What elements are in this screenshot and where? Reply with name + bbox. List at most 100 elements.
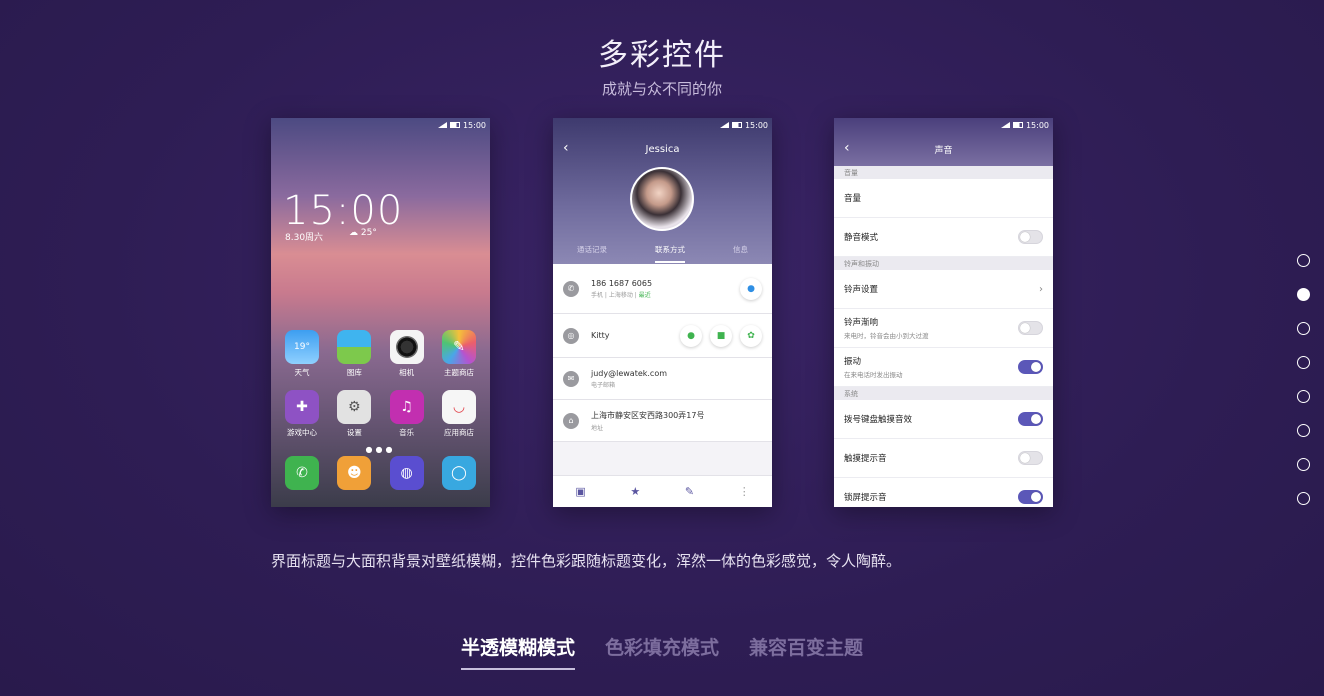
app-label: 相机 (399, 368, 415, 377)
home-screen-mockup: 15:00 15:00 8.30周六 ☁ 25° 19° 天气 图库 相机 ✎ … (271, 118, 490, 507)
star-icon[interactable]: ★ (630, 485, 640, 498)
wechat-icon: ◎ (563, 327, 579, 344)
contact-card-icon[interactable]: ▣ (575, 485, 585, 498)
ringtone-row[interactable]: 铃声设置 › (834, 270, 1053, 309)
app-game-center[interactable]: ✚ 游戏中心 (279, 390, 325, 438)
app-label: 天气 (294, 368, 310, 377)
tab-contact-info[interactable]: 联系方式 (655, 244, 685, 263)
pager-dot[interactable] (1297, 254, 1310, 267)
pager-dot[interactable] (1297, 458, 1310, 471)
vibrate-toggle[interactable] (1018, 360, 1043, 374)
phone-number: 186 1687 6065 (591, 278, 653, 288)
contact-toolbar: ▣ ★ ✎ ⋮ (553, 475, 772, 507)
address-row[interactable]: ⌂ 上海市静安区安西路300弄17号 地址 (553, 400, 772, 442)
gallery-app-icon (337, 330, 372, 364)
app-label: 游戏中心 (287, 428, 317, 437)
app-camera[interactable]: 相机 (384, 330, 430, 378)
wechat-chat-button[interactable]: ● (680, 324, 702, 347)
app-label: 设置 (346, 428, 362, 437)
contact-name: Jessica (645, 144, 680, 155)
app-label: 音乐 (399, 428, 415, 437)
video-call-button[interactable]: ■ (710, 324, 732, 347)
tab-blur-mode[interactable]: 半透模糊模式 (460, 633, 575, 670)
silent-mode-row[interactable]: 静音模式 (834, 218, 1053, 257)
moments-button[interactable]: ✿ (740, 324, 762, 347)
status-time: 15:00 (1025, 120, 1049, 130)
chevron-right-icon: › (1039, 283, 1043, 295)
phone-icon: ✆ (563, 280, 579, 297)
pager-dot-active[interactable] (1297, 288, 1310, 301)
clock-widget: 15:00 (283, 188, 404, 234)
dock-messages[interactable]: ◯ (436, 456, 482, 502)
shopping-bag-icon: ◡ (441, 390, 476, 424)
tab-color-fill-mode[interactable]: 色彩填充模式 (605, 633, 719, 670)
vibrate-row[interactable]: 振动 在来电话时发出振动 (834, 348, 1053, 387)
tab-theme-mode[interactable]: 兼容百变主题 (749, 633, 863, 670)
section-header: 铃声和振动 (834, 257, 1053, 270)
touch-toggle[interactable] (1018, 451, 1043, 465)
status-bar: 15:00 (997, 118, 1053, 132)
lock-toggle[interactable] (1018, 490, 1043, 504)
battery-icon (1012, 122, 1023, 128)
message-button[interactable]: ● (740, 277, 762, 300)
app-row-2: ✚ 游戏中心 ⚙ 设置 ♫ 音乐 ◡ 应用商店 (279, 390, 482, 438)
battery-icon (731, 122, 742, 128)
volume-row[interactable]: 音量 (834, 179, 1053, 218)
lock-sound-row[interactable]: 锁屏提示音 (834, 478, 1053, 507)
dock-phone[interactable]: ✆ (279, 456, 325, 502)
app-label: 主题商店 (443, 368, 474, 377)
temperature: 25° (360, 228, 377, 238)
app-label: 应用商店 (443, 428, 474, 437)
theme-store-app-icon: ✎ (441, 330, 476, 364)
status-bar: 15:00 (434, 118, 490, 132)
app-music[interactable]: ♫ 音乐 (384, 390, 430, 438)
section-pager (1297, 254, 1311, 526)
silent-toggle[interactable] (1018, 230, 1043, 244)
pager-dot[interactable] (1297, 424, 1310, 437)
edit-icon[interactable]: ✎ (685, 485, 694, 498)
fade-in-row[interactable]: 铃声渐响 来电时，铃音会由小到大过渡 (834, 309, 1053, 348)
dialpad-toggle[interactable] (1018, 412, 1043, 426)
email-row[interactable]: ✉ judy@lewatek.com 电子邮箱 (553, 358, 772, 400)
section-header: 音量 (834, 166, 1053, 179)
pager-dot[interactable] (1297, 492, 1310, 505)
tab-call-log[interactable]: 通话记录 (577, 244, 607, 263)
app-store[interactable]: ◡ 应用商店 (436, 390, 482, 438)
app-settings[interactable]: ⚙ 设置 (331, 390, 377, 438)
app-weather[interactable]: 19° 天气 (279, 330, 325, 378)
gamepad-icon: ✚ (285, 390, 319, 424)
dialpad-sound-row[interactable]: 拨号键盘触摸音效 (834, 400, 1053, 439)
section-header: 系统 (834, 387, 1053, 400)
camera-app-icon (389, 330, 424, 364)
tab-messages[interactable]: 信息 (733, 244, 748, 263)
app-theme-store[interactable]: ✎ 主题商店 (436, 330, 482, 378)
signal-icon (437, 122, 447, 128)
sound-settings-mockup: 15:00 ‹ 声音 音量 音量 静音模式 铃声和振动 铃声设置 › 铃声渐响 来电… (834, 118, 1053, 507)
email-value: judy@lewatek.com (591, 368, 668, 378)
dock-contacts[interactable]: ☻ (331, 456, 377, 502)
phone-row[interactable]: ✆ 186 1687 6065 手机 | 上海移动 | 最近 ● (553, 264, 772, 314)
home-page-indicator: ●●● (365, 445, 396, 454)
status-time: 15:00 (744, 120, 768, 130)
weather-app-icon: 19° (285, 330, 319, 364)
cloud-icon: ☁ (349, 228, 358, 238)
gear-icon: ⚙ (337, 390, 372, 424)
home-icon: ⌂ (563, 412, 579, 429)
fade-toggle[interactable] (1018, 321, 1043, 335)
address-value: 上海市静安区安西路300弄17号 (591, 410, 705, 420)
pager-dot[interactable] (1297, 356, 1310, 369)
date-label: 8.30周六 (285, 233, 324, 243)
touch-sound-row[interactable]: 触摸提示音 (834, 439, 1053, 478)
app-gallery[interactable]: 图库 (331, 330, 377, 378)
dock-browser[interactable]: ◍ (384, 456, 430, 502)
status-time: 15:00 (462, 120, 486, 130)
wechat-row[interactable]: ◎ Kitty ● ■ ✿ (553, 314, 772, 358)
pager-dot[interactable] (1297, 390, 1310, 403)
pager-dot[interactable] (1297, 322, 1310, 335)
battery-icon (449, 122, 460, 128)
hero: 多彩控件 成就与众不同的你 (0, 30, 1324, 99)
avatar (630, 167, 694, 231)
music-note-icon: ♫ (389, 390, 424, 424)
phone-icon: ✆ (285, 456, 319, 490)
more-icon[interactable]: ⋮ (739, 485, 750, 498)
